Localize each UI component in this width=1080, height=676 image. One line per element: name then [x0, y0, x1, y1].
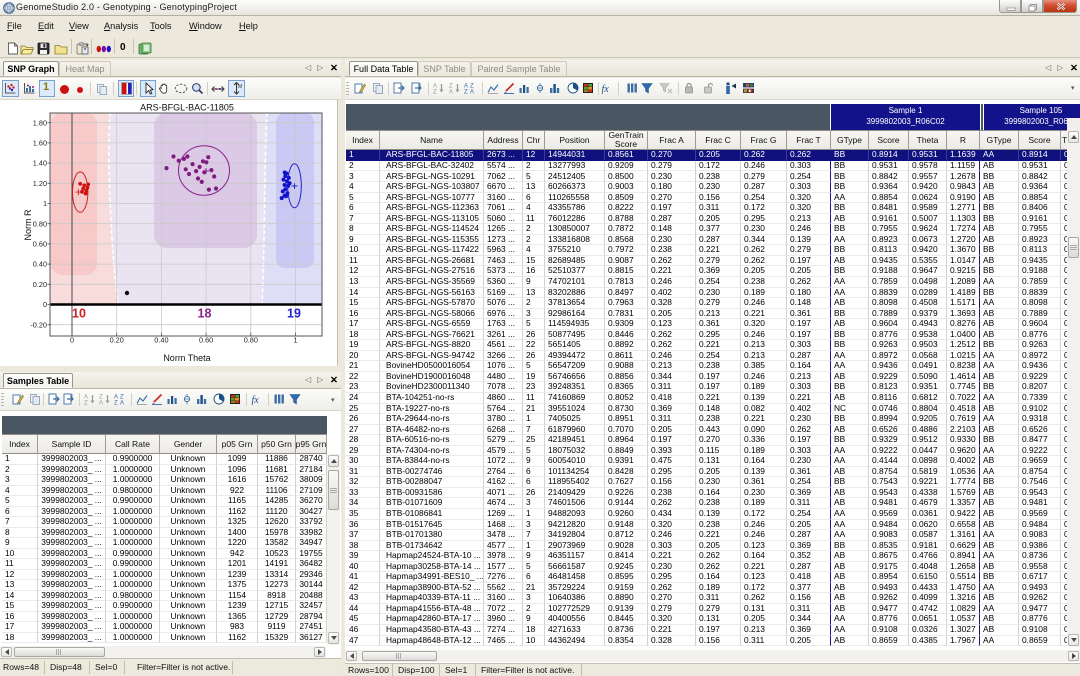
- svg-text:0: 0: [70, 336, 74, 345]
- svg-text:0: 0: [43, 300, 47, 309]
- svg-text:0.40: 0.40: [154, 336, 168, 345]
- svg-text:Z: Z: [84, 401, 88, 406]
- svg-text:19: 19: [287, 307, 301, 321]
- svg-text:0.40: 0.40: [33, 260, 47, 269]
- svg-text:Norm Theta: Norm Theta: [163, 353, 210, 363]
- svg-text:0.80: 0.80: [244, 336, 258, 345]
- svg-text:fx: fx: [252, 395, 260, 405]
- svg-text:0.60: 0.60: [33, 240, 47, 249]
- svg-text:-0.20: -0.20: [30, 320, 47, 329]
- svg-text:fx: fx: [602, 84, 610, 94]
- svg-text:1.20: 1.20: [33, 179, 47, 188]
- svg-text:1.40: 1.40: [33, 159, 47, 168]
- svg-text:M: M: [238, 84, 242, 90]
- svg-text:1: 1: [43, 199, 47, 208]
- svg-text:A: A: [470, 90, 474, 95]
- svg-text:1.80: 1.80: [33, 118, 47, 127]
- svg-text:Z: Z: [433, 90, 437, 95]
- svg-text:Norm R: Norm R: [23, 209, 33, 240]
- svg-text:A: A: [449, 90, 453, 95]
- svg-text:1.60: 1.60: [33, 139, 47, 148]
- svg-text:0.20: 0.20: [33, 280, 47, 289]
- svg-text:ARS-BFGL-BAC-11805: ARS-BFGL-BAC-11805: [140, 103, 234, 113]
- svg-text:0.60: 0.60: [199, 336, 213, 345]
- svg-text:Z: Z: [114, 401, 118, 406]
- svg-text:0.20: 0.20: [110, 336, 124, 345]
- svg-text:10: 10: [72, 307, 86, 321]
- svg-text:Z: Z: [464, 90, 468, 95]
- svg-text:0.80: 0.80: [33, 219, 47, 228]
- svg-text:A: A: [99, 401, 103, 406]
- svg-text:1: 1: [293, 336, 297, 345]
- svg-text:A: A: [120, 401, 124, 406]
- svg-text:18: 18: [198, 307, 212, 321]
